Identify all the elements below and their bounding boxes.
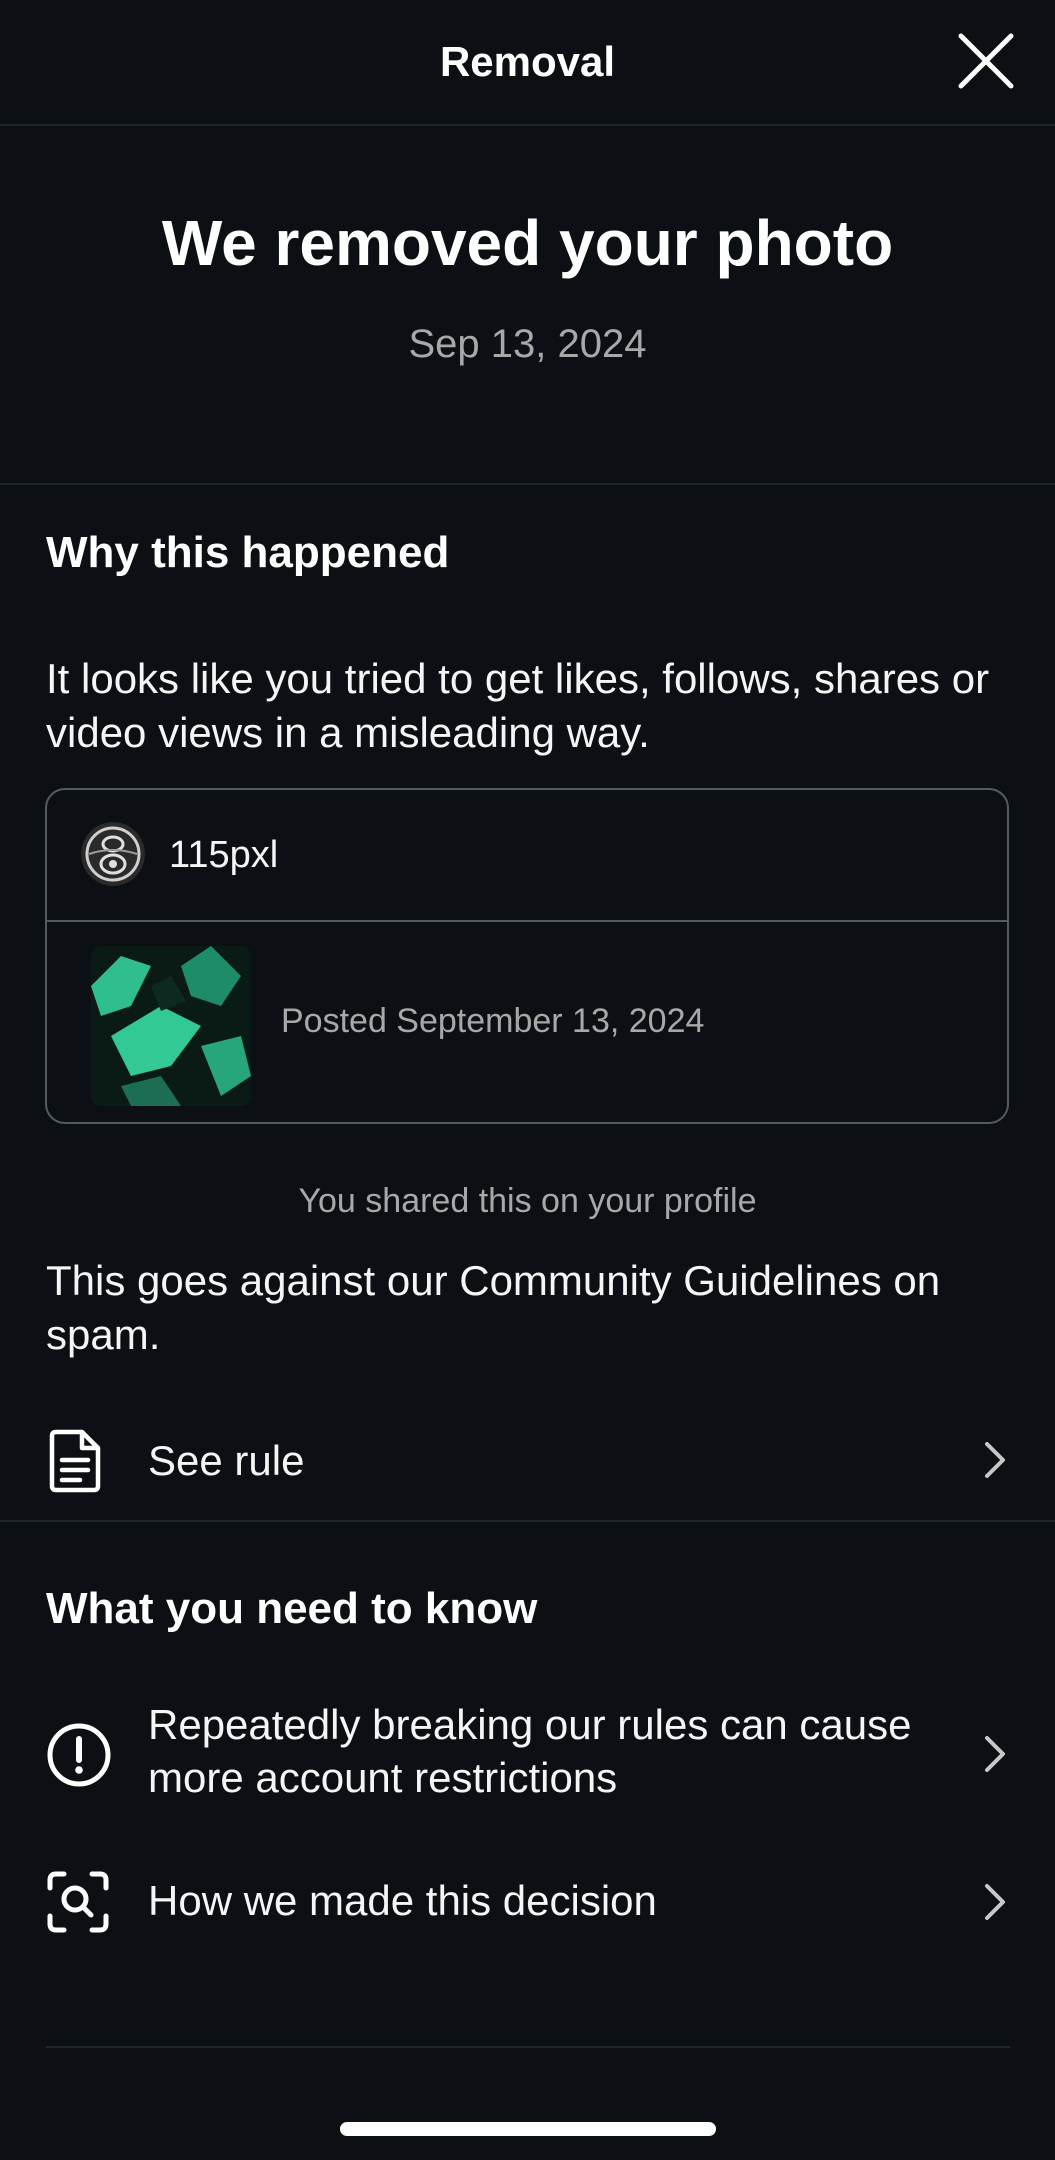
decision-row[interactable]: How we made this decision — [0, 1862, 1055, 1942]
chevron-right-icon — [985, 1884, 1005, 1920]
shared-caption: You shared this on your profile — [298, 1182, 757, 1220]
post-author-row: 115pxl — [47, 790, 1007, 922]
post-username: 115pxl — [169, 834, 279, 876]
restrictions-label: Repeatedly breaking our rules can cause … — [148, 1701, 912, 1801]
why-heading: Why this happened — [46, 528, 450, 577]
avatar — [81, 822, 145, 886]
scan-search-icon — [46, 1870, 110, 1939]
section-divider — [0, 1520, 1055, 1522]
page-title: We removed your photo — [161, 207, 894, 279]
bottom-divider — [46, 2046, 1010, 2048]
removal-summary: We removed your photo Sep 13, 2024 — [0, 126, 1055, 485]
chevron-right-icon — [985, 1736, 1005, 1772]
top-bar: Removal — [0, 0, 1055, 126]
see-rule-row[interactable]: See rule — [0, 1418, 1055, 1504]
restrictions-row[interactable]: Repeatedly breaking our rules can cause … — [0, 1694, 1055, 1814]
removal-date: Sep 13, 2024 — [408, 322, 647, 366]
removed-post-card[interactable]: 115pxl Posted September 13, 2024 — [45, 788, 1009, 1124]
see-rule-label: See rule — [148, 1437, 305, 1484]
decision-label: How we made this decision — [148, 1877, 657, 1924]
chevron-right-icon — [985, 1442, 1005, 1478]
close-icon — [958, 33, 1014, 89]
guideline-text: This goes against our Community Guidelin… — [46, 1257, 941, 1358]
why-explanation: It looks like you tried to get likes, fo… — [46, 655, 990, 756]
close-button[interactable] — [955, 30, 1017, 92]
posted-date: Posted September 13, 2024 — [281, 1002, 705, 1040]
home-indicator[interactable] — [340, 2122, 716, 2136]
need-to-know-heading: What you need to know — [46, 1584, 538, 1633]
header-title: Removal — [439, 38, 616, 85]
exclamation-circle-icon — [46, 1722, 112, 1793]
document-icon — [46, 1428, 108, 1499]
post-thumbnail — [91, 946, 251, 1106]
